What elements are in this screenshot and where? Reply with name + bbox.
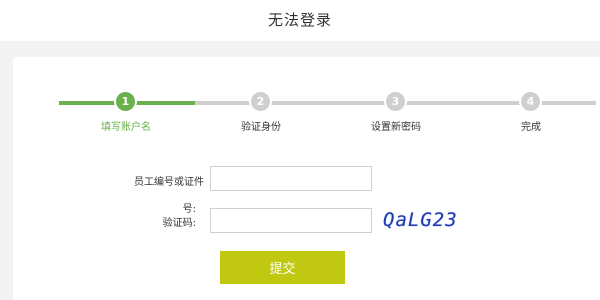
step-2-circle: 2 [251, 92, 270, 111]
step-1-label: 填写账户名 [101, 122, 151, 133]
step-3-circle: 3 [386, 92, 405, 111]
captcha-image[interactable]: QaLG23 [383, 208, 458, 232]
step-3-label: 设置新密码 [371, 122, 421, 133]
step-4-label: 完成 [521, 122, 541, 133]
captcha-input[interactable] [210, 208, 372, 233]
submit-button[interactable]: 提交 [220, 251, 345, 284]
step-1-circle: 1 [116, 92, 135, 111]
account-input[interactable] [210, 166, 372, 191]
top-bar: 无法登录 [0, 0, 600, 41]
page-title: 无法登录 [267, 11, 332, 29]
captcha-field-label: 验证码: [162, 218, 196, 229]
step-4-circle: 4 [521, 92, 540, 111]
account-field-label-continued: 号: [182, 204, 196, 215]
step-2-label: 验证身份 [241, 122, 281, 133]
account-field-label: 员工编号或证件 [134, 177, 204, 188]
